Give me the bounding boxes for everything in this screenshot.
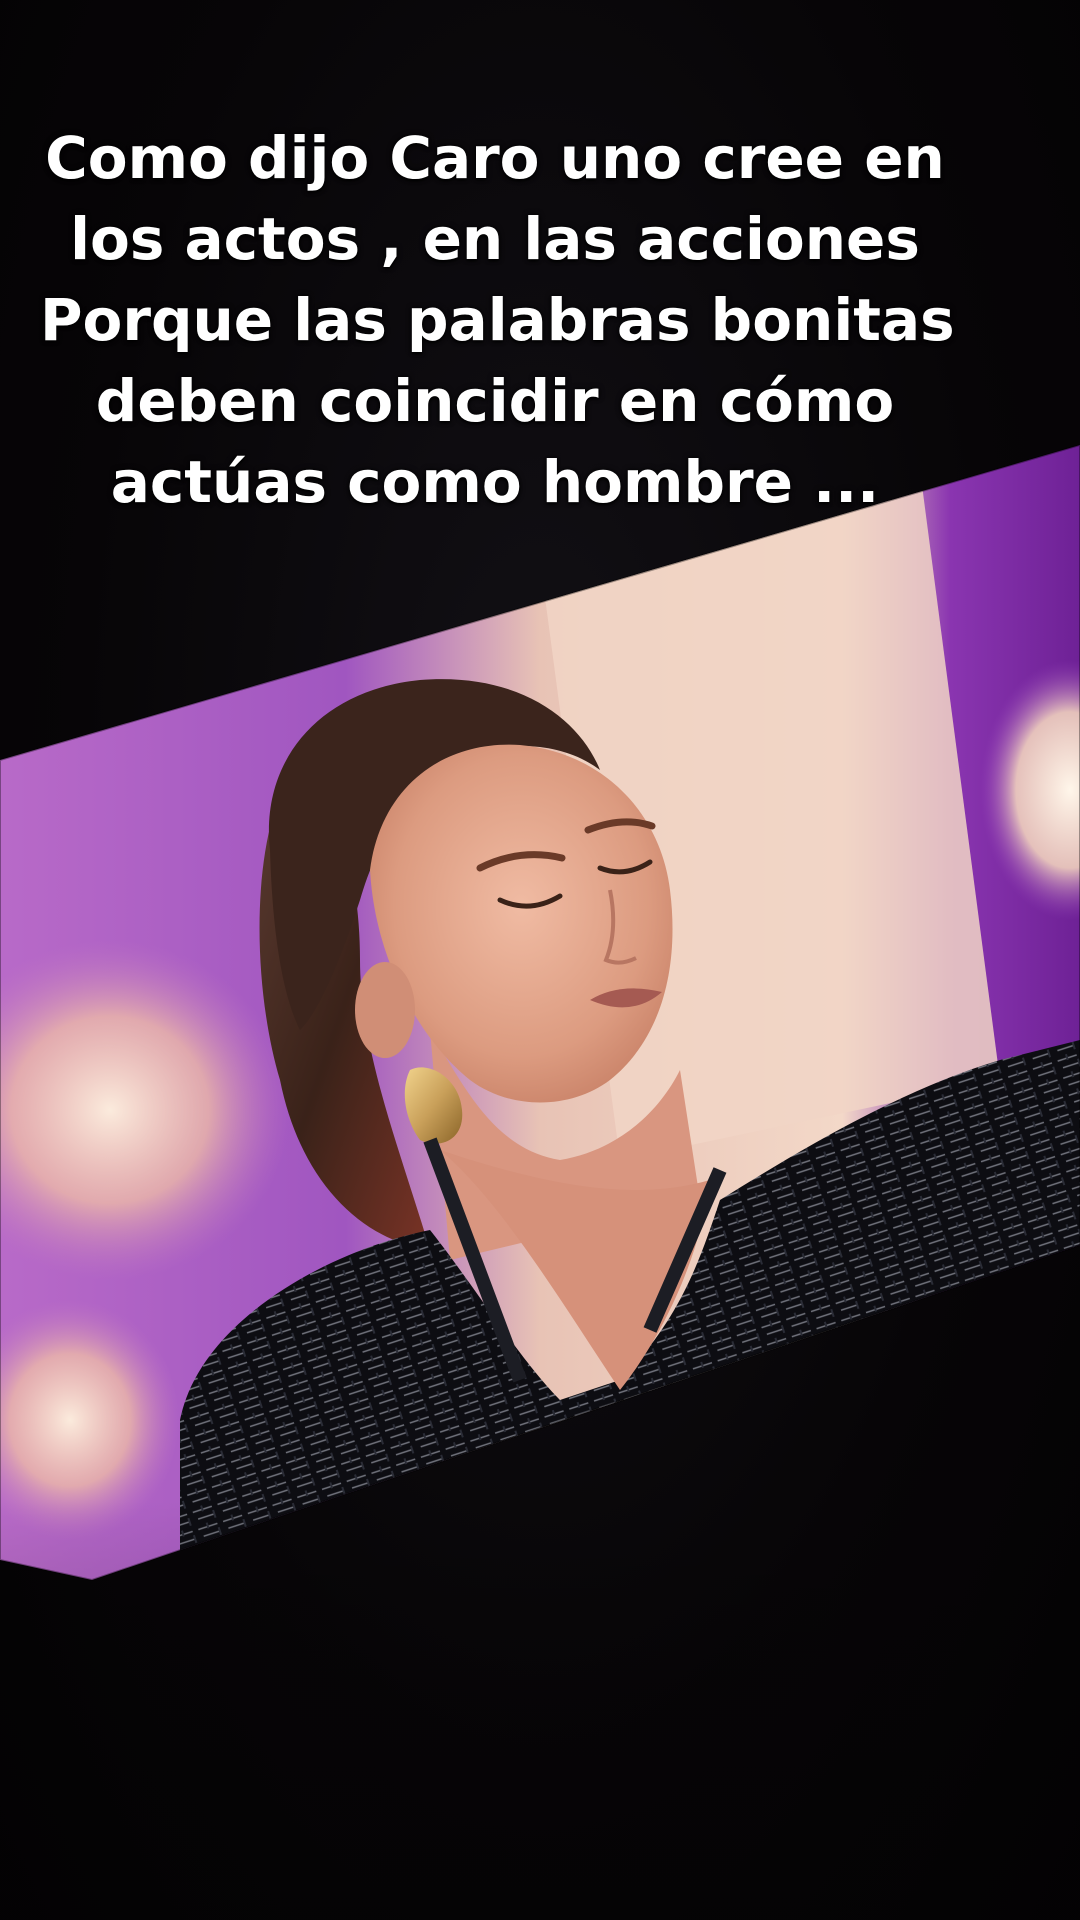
screen-content bbox=[0, 445, 1080, 1580]
video-frame: Como dijo Caro uno cree en los actos , e… bbox=[0, 0, 1080, 1920]
caption-line: Como dijo Caro uno cree en bbox=[45, 124, 945, 192]
caption-line: Porque las palabras bonitas bbox=[40, 286, 955, 354]
caption-line: los actos , en las acciones bbox=[70, 205, 920, 273]
caption-line: deben coincidir en cómo bbox=[95, 367, 895, 435]
caption-line: actúas como hombre ... bbox=[110, 448, 880, 516]
caption-overlay: Como dijo Caro uno cree en los actos , e… bbox=[40, 118, 955, 523]
